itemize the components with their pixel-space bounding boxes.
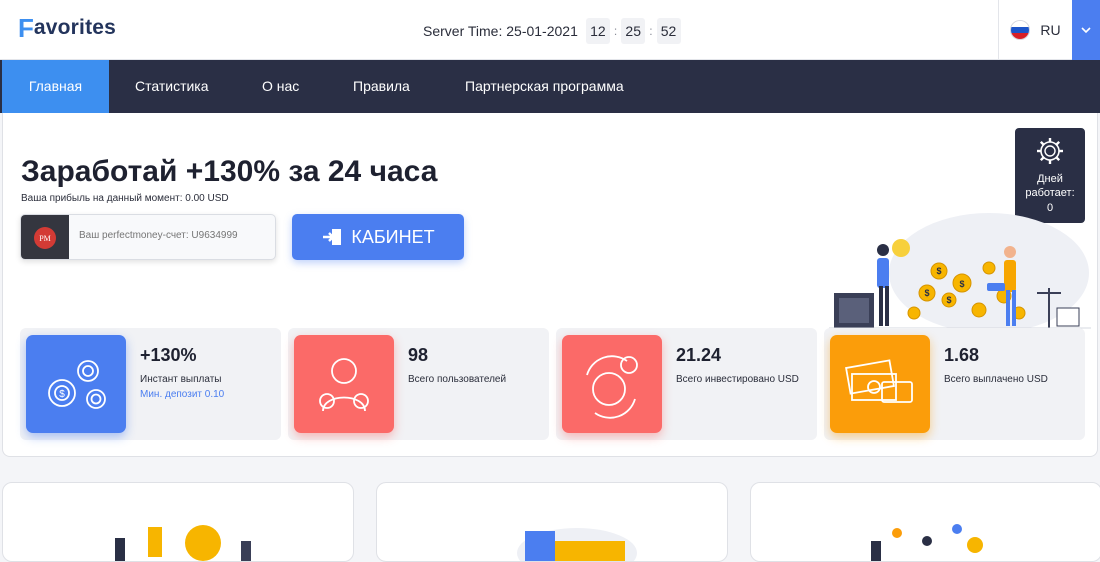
chevron-down-icon (1081, 26, 1091, 33)
feature-illustration (517, 528, 637, 561)
page-title: Заработай +130% за 24 часа (21, 155, 438, 188)
server-time-label: Server Time: 25-01-2021 (423, 23, 578, 39)
cabinet-button[interactable]: КАБИНЕТ (292, 214, 464, 260)
svg-text:$: $ (936, 266, 941, 276)
language-label: RU (1040, 22, 1061, 38)
main-nav: Главная Статистика О нас Правила Партнер… (0, 60, 1100, 120)
cabinet-label: КАБИНЕТ (351, 226, 435, 247)
svg-text:$: $ (59, 389, 65, 400)
globe-exchange-icon (562, 335, 662, 433)
banknotes-card-icon (830, 335, 930, 433)
perfectmoney-icon: PM (21, 215, 69, 259)
stat-label: Всего пользователей (408, 374, 507, 385)
feature-card (750, 482, 1100, 562)
nav-item-statistics[interactable]: Статистика (135, 60, 209, 113)
stat-card-invested: 21.24 Всего инвестировано USD (556, 328, 817, 440)
money-growth-illustration: $ $ $ $ (829, 213, 1091, 333)
hero-panel: Заработай +130% за 24 часа Ваша прибыль … (2, 113, 1098, 457)
svg-text:$: $ (924, 288, 929, 298)
wallet-field[interactable]: PM (20, 214, 276, 260)
time-separator: : (613, 24, 618, 38)
min-deposit-text: Мин. депозит 0.10 (140, 389, 225, 400)
wallet-input[interactable] (79, 230, 269, 241)
stat-card-paid: 1.68 Всего выплачено USD (824, 328, 1085, 440)
feature-card (2, 482, 354, 562)
stat-card-users: 98 Всего пользователей (288, 328, 549, 440)
feature-illustration (871, 524, 983, 561)
gears-dollar-icon: $ (26, 335, 126, 433)
time-hours: 12 (585, 18, 610, 44)
stat-card-payouts: $ +130% Инстант выплаты Мин. депозит 0.1… (20, 328, 281, 440)
russia-flag-icon (1010, 20, 1031, 40)
stat-label: Всего инвестировано USD (676, 374, 799, 385)
svg-text:$: $ (959, 279, 964, 289)
language-dropdown-button[interactable] (1072, 0, 1100, 60)
server-time: Server Time: 25-01-2021 12 : 25 : 52 (423, 18, 685, 44)
stat-value: 1.68 (944, 345, 980, 365)
time-separator: : (649, 24, 653, 38)
svg-text:$: $ (946, 295, 951, 305)
pm-badge: PM (34, 227, 56, 249)
stat-value: 98 (408, 345, 429, 365)
stat-label: Всего выплачено USD (944, 374, 1048, 385)
logo-initial: F (18, 12, 34, 43)
logo[interactable]: Favorites (18, 12, 116, 44)
stat-value: 21.24 (676, 345, 722, 365)
nav-item-partner[interactable]: Партнерская программа (465, 60, 624, 113)
gear-icon (1015, 136, 1085, 166)
feature-illustration (115, 525, 251, 561)
nav-item-rules[interactable]: Правила (353, 60, 410, 113)
logo-text: avorites (33, 16, 117, 39)
stat-value: +130% (140, 345, 197, 365)
nav-item-about[interactable]: О нас (262, 60, 299, 113)
time-seconds: 52 (656, 18, 681, 44)
language-selector[interactable]: RU (998, 0, 1072, 60)
profit-text: Ваша прибыль на данный момент: 0.00 USD (21, 193, 229, 204)
time-minutes: 25 (621, 18, 646, 44)
stat-label: Инстант выплаты (140, 374, 222, 385)
top-bar: Favorites Server Time: 25-01-2021 12 : 2… (0, 0, 1100, 60)
nav-item-home[interactable]: Главная (2, 60, 109, 120)
feature-card (376, 482, 728, 562)
login-icon (321, 227, 343, 247)
user-money-icon (294, 335, 394, 433)
